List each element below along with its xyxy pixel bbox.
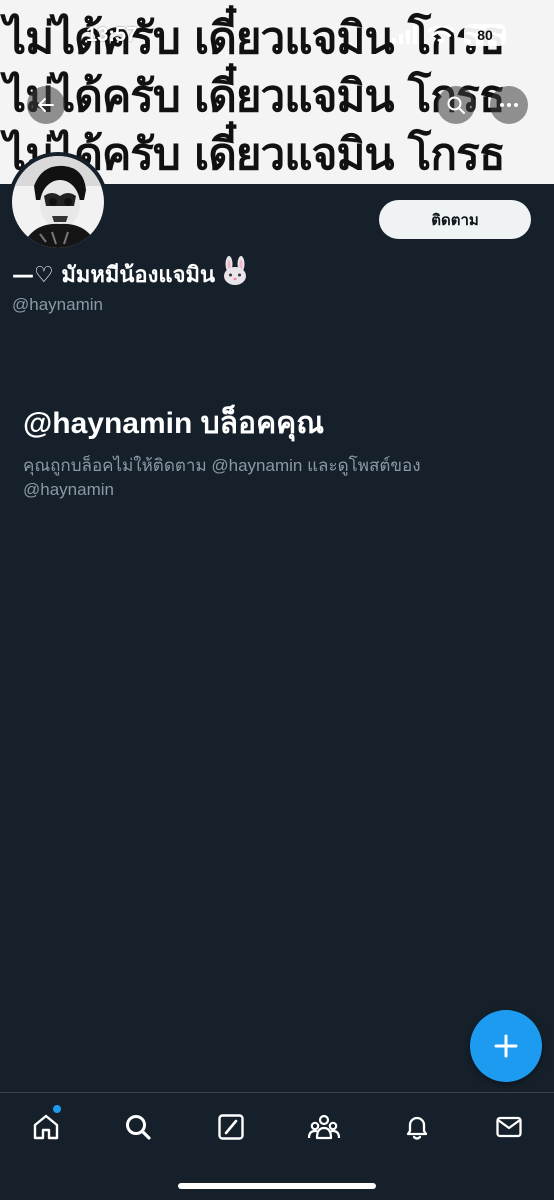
compose-post-button[interactable] [470,1010,542,1082]
more-options-button[interactable] [490,86,528,124]
arrow-left-icon [38,98,54,112]
search-button[interactable] [437,86,475,124]
home-indicator[interactable] [178,1183,376,1189]
home-notification-dot [53,1105,61,1113]
back-button[interactable] [27,86,65,124]
avatar[interactable] [8,152,108,252]
tab-grok[interactable] [209,1107,253,1147]
home-icon [33,1114,59,1140]
profile-display-name: —♡ มัมหมีน้องแจมิน [12,263,215,288]
tab-messages[interactable] [487,1107,531,1147]
blocked-description: คุณถูกบล็อคไม่ให้ติดตาม @haynamin และดูโ… [23,456,421,499]
profile-name-row: —♡ มัมหมีน้องแจมิน [12,256,249,292]
tab-communities[interactable] [302,1107,346,1147]
tab-search[interactable] [116,1107,160,1147]
wifi-icon [427,24,455,50]
profile-screen: ไม่ได้ครับ เดี๋ยวแจมิน โกรธ ไม่ได้ครับ เ… [0,0,554,1200]
tab-home[interactable] [24,1107,68,1147]
more-icon [500,103,518,107]
plus-icon [494,1034,518,1058]
bell-icon [406,1116,428,1140]
tab-notifications[interactable] [395,1107,439,1147]
follow-button[interactable]: ติดตาม [379,200,531,239]
communities-icon [307,1114,341,1140]
status-time: 13:57 [86,24,138,46]
rabbit-face-icon [221,256,249,292]
blocked-title: @haynamin บล็อคคุณ [23,407,325,440]
search-icon [447,96,465,114]
mail-icon [496,1116,522,1138]
grok-icon [218,1114,244,1140]
battery-indicator: 80 [464,24,506,46]
signal-icon [392,26,418,48]
search-icon [126,1115,151,1140]
profile-handle: @haynamin [12,295,103,314]
